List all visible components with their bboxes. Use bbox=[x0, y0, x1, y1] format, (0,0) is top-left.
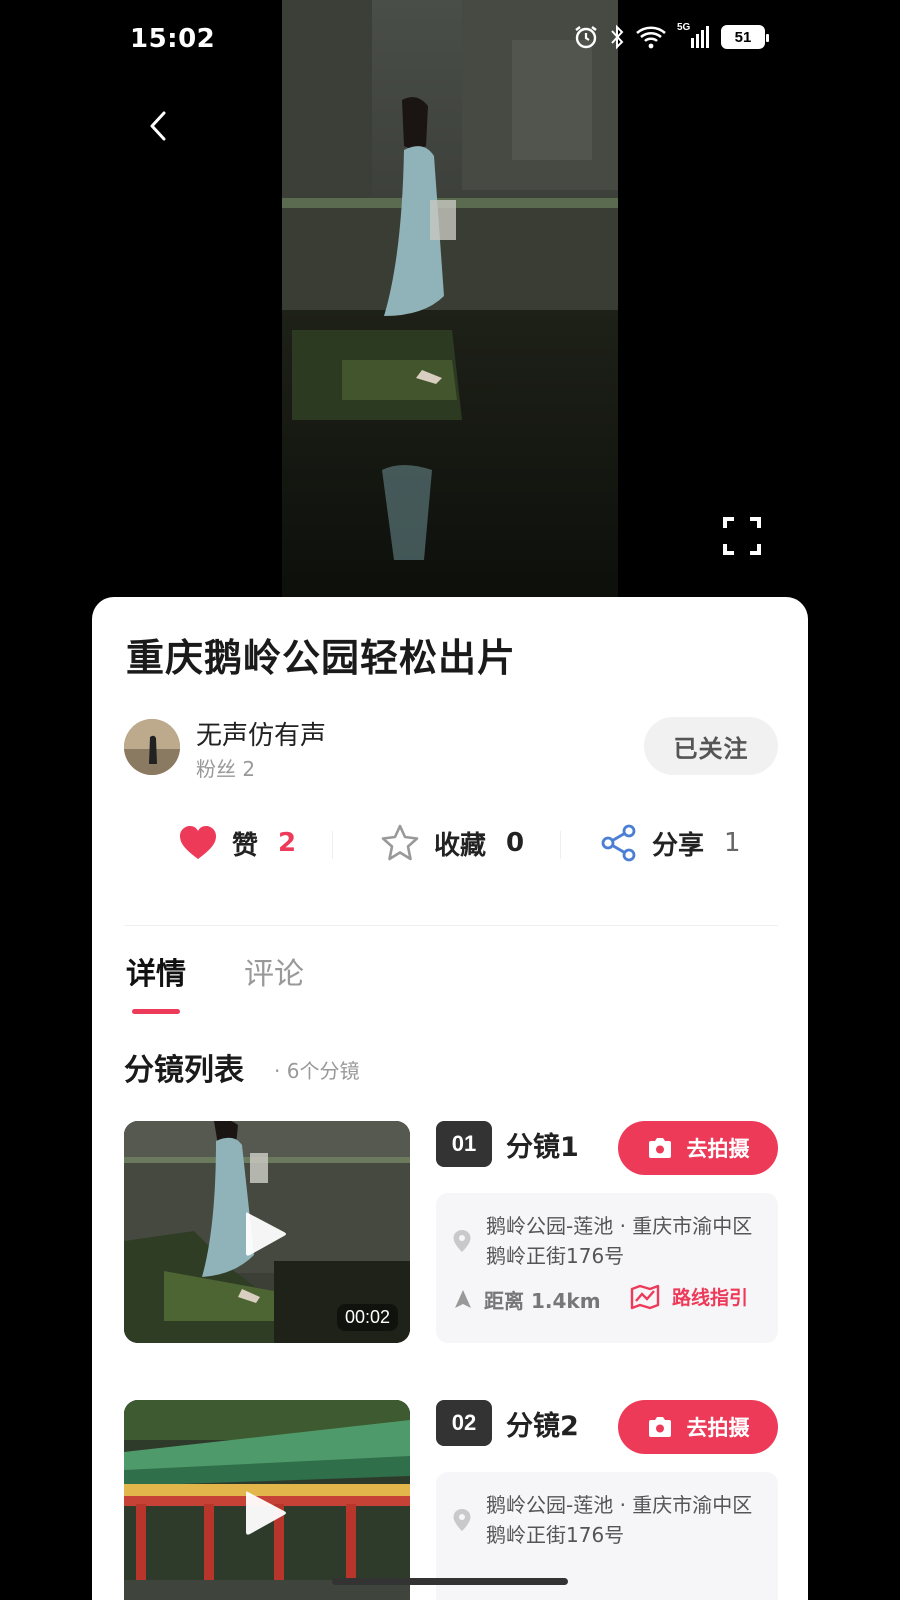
favorite-count: 0 bbox=[506, 828, 525, 858]
route-map-icon bbox=[630, 1284, 660, 1309]
status-time: 15:02 bbox=[130, 24, 216, 54]
share-label: 分享 bbox=[652, 830, 705, 861]
divider bbox=[124, 925, 778, 926]
post-detail-card: 重庆鹅岭公园轻松出片 无声仿有声 粉丝 2 已关注 赞 2 收藏 0 分享 1 … bbox=[92, 597, 808, 1600]
favorite-label: 收藏 bbox=[434, 830, 487, 861]
play-icon bbox=[246, 1491, 286, 1535]
shot-thumbnail[interactable]: 00:02 bbox=[124, 1121, 410, 1343]
status-bar: 15:02 5G 51 bbox=[0, 0, 900, 80]
shot-number: 02 bbox=[436, 1400, 492, 1446]
follow-button[interactable]: 已关注 bbox=[644, 717, 778, 775]
cellular-signal-icon: 5G bbox=[677, 22, 711, 50]
share-count: 1 bbox=[724, 828, 741, 858]
shot-name: 分镜2 bbox=[506, 1411, 579, 1442]
fullscreen-button[interactable] bbox=[722, 516, 768, 556]
location-info: 鹅岭公园-莲池 · 重庆市渝中区鹅岭正街176号 距离 1.4km 路线指引 bbox=[436, 1193, 778, 1343]
home-indicator[interactable] bbox=[332, 1578, 568, 1585]
shot-number: 01 bbox=[436, 1121, 492, 1167]
author-fans: 粉丝 2 bbox=[196, 757, 256, 781]
route-guide-link[interactable]: 路线指引 bbox=[630, 1283, 748, 1310]
like-button[interactable]: 赞 2 bbox=[178, 819, 296, 867]
favorite-button[interactable]: 收藏 0 bbox=[380, 819, 524, 867]
camera-icon bbox=[648, 1417, 671, 1437]
back-button[interactable] bbox=[140, 104, 176, 148]
shot-item: 02 分镜2 去拍摄 鹅岭公园-莲池 · 重庆市渝中区鹅岭正街176号 bbox=[124, 1400, 778, 1600]
status-icons: 5G 51 bbox=[573, 22, 769, 50]
tab-details[interactable]: 详情 bbox=[126, 949, 186, 993]
go-shoot-label: 去拍摄 bbox=[686, 1416, 750, 1440]
like-label: 赞 bbox=[232, 830, 259, 861]
tab-comments[interactable]: 评论 bbox=[244, 949, 304, 993]
battery-icon: 51 bbox=[721, 25, 769, 49]
action-separator bbox=[332, 831, 333, 859]
navigation-arrow-icon bbox=[455, 1290, 471, 1308]
shot-name: 分镜1 bbox=[506, 1132, 579, 1163]
share-icon bbox=[601, 824, 636, 862]
back-icon bbox=[150, 111, 166, 141]
go-shoot-button[interactable]: 去拍摄 bbox=[618, 1121, 778, 1175]
post-title: 重庆鹅岭公园轻松出片 bbox=[126, 636, 517, 680]
shot-thumbnail[interactable] bbox=[124, 1400, 410, 1600]
location-pin-icon bbox=[453, 1509, 471, 1531]
tab-indicator bbox=[132, 1009, 180, 1014]
route-guide-label: 路线指引 bbox=[672, 1287, 749, 1309]
shot-address: 鹅岭公园-莲池 · 重庆市渝中区鹅岭正街176号 bbox=[486, 1493, 753, 1547]
heart-icon bbox=[180, 826, 216, 859]
shot-item: 00:02 01 分镜1 去拍摄 鹅岭公园-莲池 · 重庆市渝中区鹅岭正街176… bbox=[124, 1121, 778, 1343]
action-bar: 赞 2 收藏 0 分享 1 bbox=[92, 797, 808, 897]
fullscreen-icon bbox=[723, 517, 761, 555]
author-name[interactable]: 无声仿有声 bbox=[196, 715, 326, 752]
play-icon bbox=[246, 1212, 286, 1256]
alarm-icon bbox=[575, 26, 597, 49]
section-title: 分镜列表 bbox=[124, 1053, 244, 1088]
shot-address: 鹅岭公园-莲池 · 重庆市渝中区鹅岭正街176号 bbox=[486, 1214, 753, 1268]
wifi-icon bbox=[636, 26, 666, 49]
network-type: 5G bbox=[677, 22, 691, 33]
star-icon bbox=[381, 824, 419, 861]
bluetooth-icon bbox=[611, 24, 624, 50]
hero-photo[interactable] bbox=[282, 0, 618, 600]
action-separator bbox=[560, 831, 561, 859]
shot-distance: 距离 1.4km bbox=[484, 1289, 601, 1313]
go-shoot-label: 去拍摄 bbox=[686, 1137, 750, 1161]
go-shoot-button[interactable]: 去拍摄 bbox=[618, 1400, 778, 1454]
section-subtitle: · 6个分镜 bbox=[274, 1059, 360, 1083]
like-count: 2 bbox=[278, 828, 297, 858]
share-button[interactable]: 分享 1 bbox=[600, 819, 741, 867]
camera-icon bbox=[648, 1138, 671, 1158]
battery-level: 51 bbox=[734, 28, 752, 46]
location-pin-icon bbox=[453, 1230, 471, 1252]
video-duration: 00:02 bbox=[336, 1304, 398, 1331]
avatar[interactable] bbox=[124, 719, 180, 775]
